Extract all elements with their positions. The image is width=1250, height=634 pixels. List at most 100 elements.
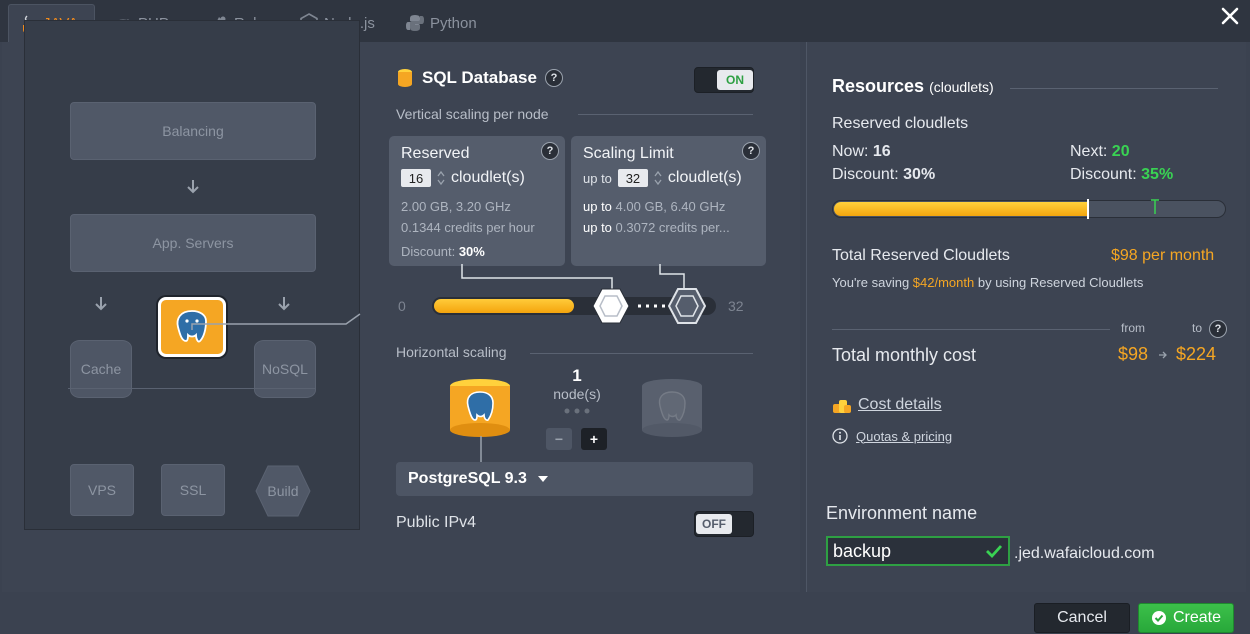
quotas-link[interactable]: Quotas & pricing [832, 428, 952, 444]
build-node[interactable]: Build [254, 464, 312, 518]
create-button[interactable]: Create [1138, 603, 1234, 633]
now-row: Now: 16 [832, 143, 891, 161]
discount-next-row: Discount: 35% [1070, 166, 1173, 184]
stepper-icon[interactable] [654, 170, 662, 186]
env-name-label: Environment name [826, 503, 978, 523]
help-icon[interactable]: ? [541, 142, 559, 160]
cost-from-value: $98 [1118, 344, 1149, 364]
reserved-cloudlets-label: Reserved cloudlets [832, 115, 969, 132]
quotas-text: Quotas & pricing [856, 428, 953, 444]
scaling-credits-value: 0.3072 credits per... [615, 220, 730, 235]
node-count: 1 [572, 366, 582, 385]
python-icon [406, 14, 424, 32]
nosql-node[interactable]: NoSQL [254, 340, 316, 398]
cost-details-link[interactable]: Cost details [832, 396, 942, 414]
reserved-handle-icon[interactable] [592, 287, 630, 325]
next-row: Next: 20 [1070, 143, 1130, 161]
ssl-node[interactable]: SSL [161, 464, 225, 516]
upto-label: up to [583, 170, 612, 186]
postgresql-node-icon [450, 379, 510, 437]
vps-node[interactable]: VPS [70, 464, 134, 516]
db-version-value: PostgreSQL 9.3 [408, 470, 527, 487]
discount-label: Discount: [832, 166, 899, 183]
env-name-input[interactable] [826, 536, 982, 566]
sql-database-toggle[interactable]: ON [694, 67, 754, 93]
decrease-nodes-button[interactable]: − [546, 428, 572, 450]
help-icon[interactable]: ? [544, 69, 563, 87]
arrow-right-icon [1159, 351, 1167, 359]
scaling-spec-value: 4.00 GB, 6.40 GHz [615, 199, 726, 214]
monthly-cost-label: Total monthly cost [832, 345, 977, 365]
arrow-down-icon [187, 180, 199, 194]
build-label: Build [267, 483, 299, 499]
check-circle-icon [1151, 611, 1166, 625]
saving-suffix: by using Reserved Cloudlets [977, 275, 1144, 290]
slider-fill [434, 299, 574, 313]
section-divider [530, 353, 753, 354]
reserved-cloudlets-input[interactable]: 16 [401, 169, 431, 187]
info-icon [832, 428, 848, 444]
discount-next-value: 35% [1141, 166, 1174, 183]
discount-label: Discount: [401, 244, 456, 259]
topology-panel [24, 20, 360, 530]
topology-separator [68, 388, 316, 389]
scaling-credits: up to 0.3072 credits per... [583, 220, 730, 235]
valid-check-icon [980, 536, 1010, 566]
cost-details-text: Cost details [858, 396, 942, 413]
scaling-row: up to 32 cloudlet(s) [583, 169, 742, 187]
env-domain-suffix: .jed.wafaicloud.com [1014, 545, 1155, 562]
tab-python[interactable]: Python [396, 4, 487, 42]
vertical-scaling-label: Vertical scaling per node [396, 106, 549, 122]
arrow-down-icon [95, 297, 107, 311]
reserved-title: Reserved [401, 145, 470, 162]
balancing-label: Balancing [162, 123, 224, 139]
close-icon[interactable] [1218, 4, 1242, 28]
upto-label: up to [583, 199, 612, 214]
toggle-on-label: ON [717, 70, 753, 90]
scaling-limit-card: Scaling Limit ? up to 32 cloudlet(s) up … [571, 136, 766, 266]
app-servers-node[interactable]: App. Servers [70, 214, 316, 272]
saving-note: You're saving $42/month by using Reserve… [832, 275, 1143, 290]
toggle-off-label: OFF [696, 514, 732, 534]
horizontal-scaling-label: Horizontal scaling [396, 344, 507, 360]
next-value: 20 [1111, 143, 1130, 160]
scaling-cloudlets-input[interactable]: 32 [617, 169, 648, 187]
discount-now-row: Discount: 30% [832, 166, 935, 184]
app-servers-label: App. Servers [152, 235, 234, 251]
reserved-row: 16 cloudlet(s) [401, 169, 525, 187]
reserved-unit: cloudlet(s) [451, 169, 525, 186]
node-connector-line [480, 436, 482, 462]
db-version-dropdown[interactable]: PostgreSQL 9.3 [396, 462, 753, 496]
balancing-node[interactable]: Balancing [70, 102, 316, 160]
saving-prefix: You're saving [832, 275, 910, 290]
ssl-label: SSL [179, 482, 207, 498]
public-ipv4-toggle[interactable]: OFF [694, 511, 754, 537]
progress-fill [834, 202, 1089, 216]
limit-handle-icon[interactable] [668, 287, 706, 325]
resources-subtitle: (cloudlets) [929, 79, 994, 95]
cancel-button[interactable]: Cancel [1034, 603, 1130, 633]
discount-value: 30% [458, 244, 485, 259]
total-reserved-label: Total Reserved Cloudlets [832, 247, 1010, 264]
sql-database-title: SQL Database [422, 68, 537, 87]
cache-node[interactable]: Cache [70, 340, 132, 398]
reserved-credits: 0.1344 credits per hour [401, 220, 535, 235]
discount-label: Discount: [1070, 166, 1137, 183]
stepper-icon[interactable] [437, 170, 445, 186]
increase-nodes-button[interactable]: + [581, 428, 607, 450]
database-icon [398, 69, 412, 87]
total-reserved-value: $98 per month [1111, 247, 1215, 264]
saving-value: $42/month [912, 275, 975, 290]
slider-min-label: 0 [398, 298, 406, 314]
reserved-card: Reserved ? 16 cloudlet(s) 2.00 GB, 3.20 … [389, 136, 565, 266]
discount-now-value: 30% [903, 166, 936, 183]
from-label: from [1121, 321, 1145, 335]
scaling-unit: cloudlet(s) [667, 169, 742, 186]
cache-label: Cache [80, 361, 122, 377]
upto-label: up to [583, 220, 612, 235]
help-icon[interactable]: ? [1209, 320, 1227, 338]
help-icon[interactable]: ? [742, 142, 760, 160]
now-value: 16 [872, 143, 891, 160]
sql-database-header: SQL Database ? [396, 68, 563, 88]
public-ipv4-label: Public IPv4 [396, 514, 477, 531]
